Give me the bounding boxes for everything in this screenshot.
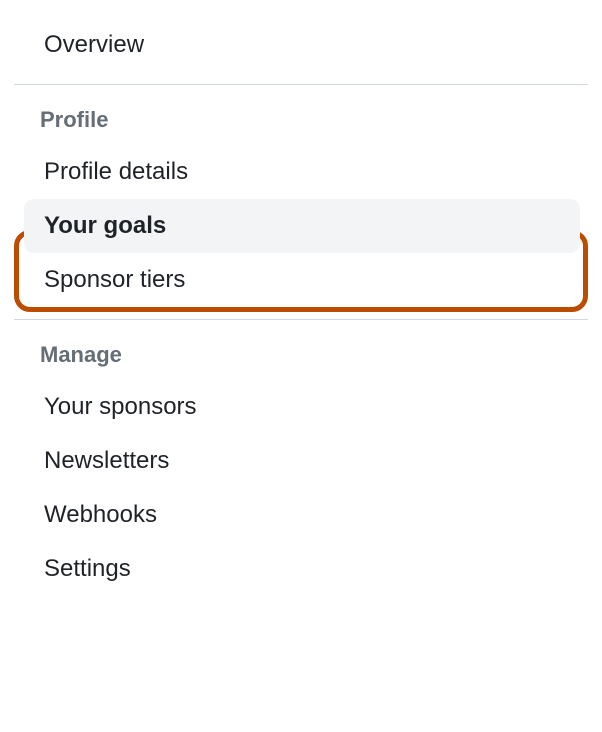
section-header-label: Manage <box>40 342 122 367</box>
sidebar-item-label: Newsletters <box>44 447 169 474</box>
sidebar-item-label: Your goals <box>44 212 166 239</box>
sidebar-item-newsletters[interactable]: Newsletters <box>0 434 602 488</box>
section-header-profile: Profile <box>0 85 602 145</box>
sidebar-item-your-sponsors[interactable]: Your sponsors <box>0 380 602 434</box>
sidebar-item-label: Profile details <box>44 158 188 185</box>
sidebar-item-profile-details[interactable]: Profile details <box>0 145 602 199</box>
sidebar-item-label: Your sponsors <box>44 393 197 420</box>
sidebar-item-webhooks[interactable]: Webhooks <box>0 488 602 542</box>
section-header-manage: Manage <box>0 320 602 380</box>
sidebar-item-overview[interactable]: Overview <box>0 18 602 72</box>
sidebar-item-sponsor-tiers[interactable]: Sponsor tiers <box>0 253 602 307</box>
sidebar-nav: Overview Profile Profile details Your go… <box>0 0 602 596</box>
section-profile: Profile Profile details Your goals Spons… <box>0 85 602 307</box>
sidebar-item-label: Sponsor tiers <box>44 266 185 293</box>
sidebar-item-settings[interactable]: Settings <box>0 542 602 596</box>
sidebar-item-label: Settings <box>44 555 131 582</box>
sidebar-item-your-goals[interactable]: Your goals <box>24 199 580 253</box>
section-header-label: Profile <box>40 107 108 132</box>
sidebar-item-label: Overview <box>44 31 144 58</box>
section-manage: Manage Your sponsors Newsletters Webhook… <box>0 320 602 596</box>
sidebar-item-label: Webhooks <box>44 501 157 528</box>
